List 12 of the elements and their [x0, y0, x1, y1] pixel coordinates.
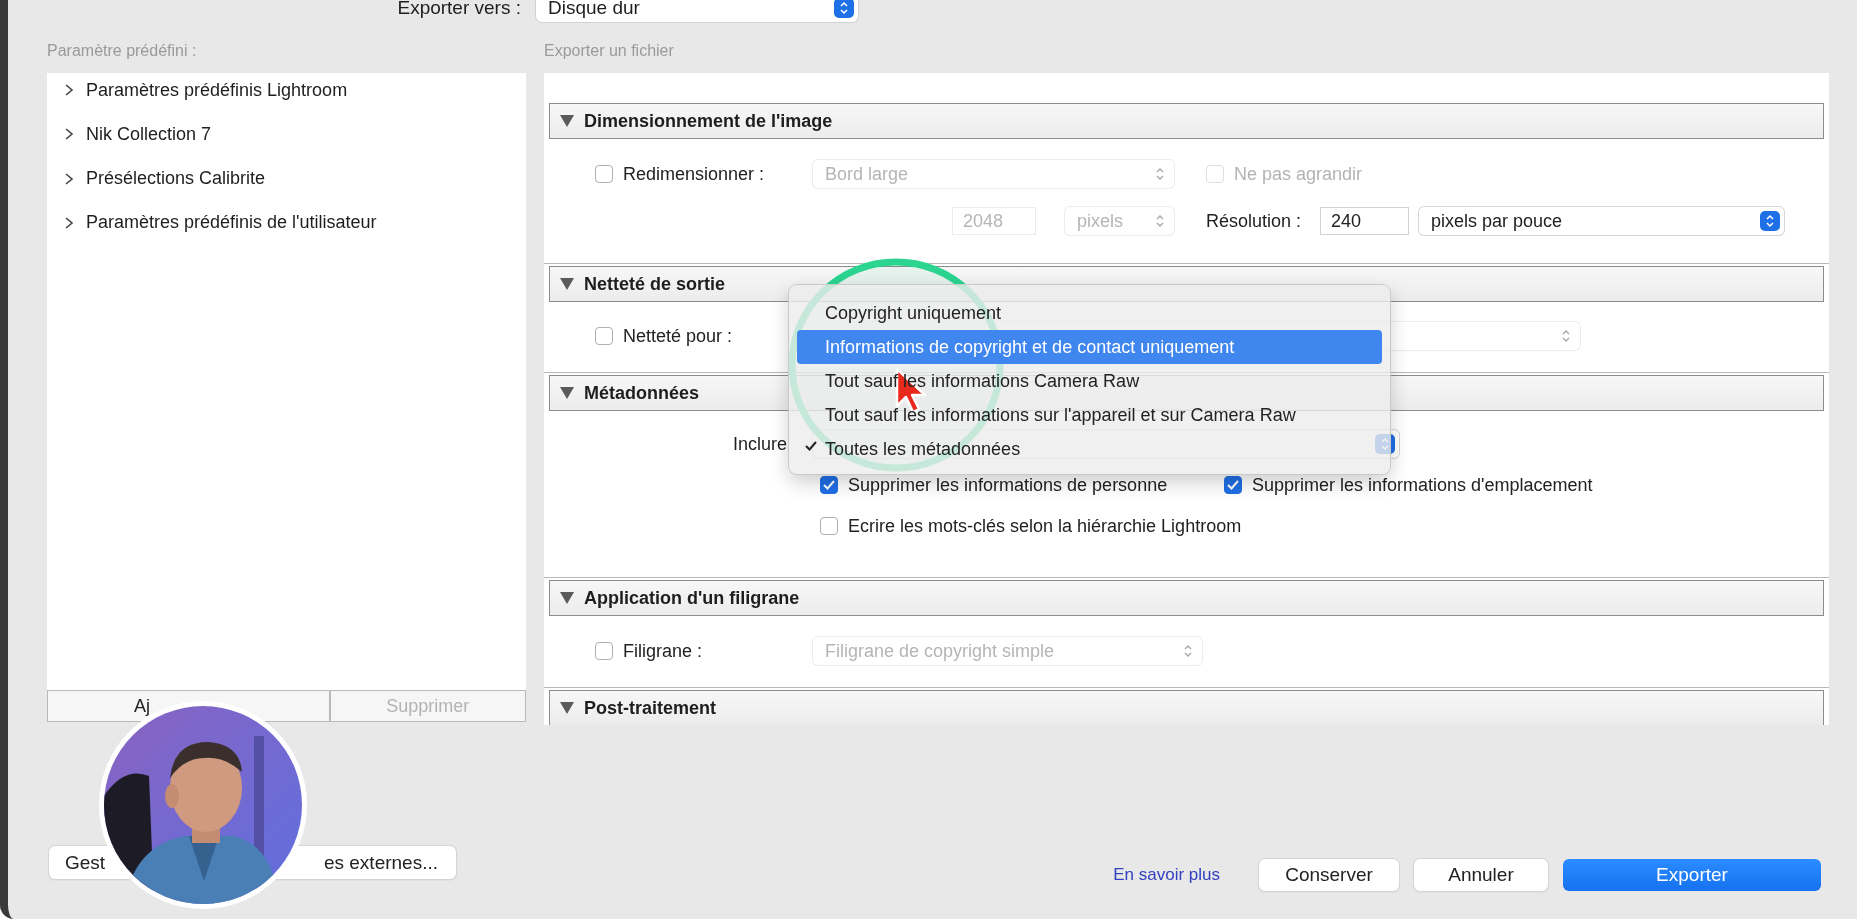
field-label: Inclure	[733, 433, 788, 455]
checkbox-label: Redimensionner :	[623, 163, 765, 185]
checkbox-label: Ecrire les mots-clés selon la hiérarchie Lightroom	[848, 515, 1242, 537]
checkbox-label: Netteté pour :	[623, 325, 733, 347]
export-panel-title: Exporter un fichier	[544, 41, 675, 61]
preset-label: Paramètre prédéfini :	[47, 41, 198, 61]
field-label: Résolution :	[1206, 210, 1302, 232]
checkbox-label: Supprimer les informations d'emplacement	[1252, 474, 1593, 496]
checkbox-label: Filigrane :	[623, 640, 703, 662]
export-to-label: Exporter vers :	[396, 0, 521, 19]
checkbox-label: Ne pas agrandir	[1234, 163, 1363, 185]
checkbox-label: Supprimer les informations de personne	[848, 474, 1168, 496]
